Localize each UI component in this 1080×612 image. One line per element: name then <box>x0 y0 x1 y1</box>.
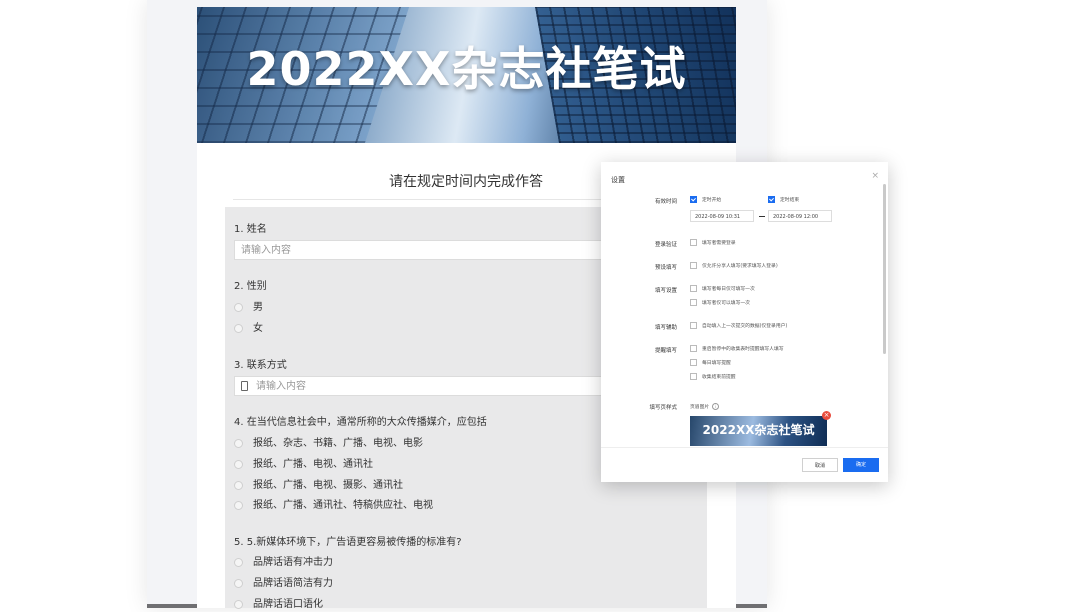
preset-label: 预设填写 <box>654 265 677 271</box>
date-range-separator <box>759 216 765 217</box>
settings-dialog: 设置 × 有效时间 定时开始 定时结束 2022-08-09 10:31 202… <box>601 162 888 482</box>
header-image-thumbnail[interactable]: 2022XX杂志社笔试 <box>690 416 827 446</box>
radio-icon[interactable] <box>234 438 243 448</box>
delete-image-icon[interactable]: × <box>822 411 831 420</box>
radio-option[interactable]: 品牌话语有冲击力 <box>234 556 333 570</box>
start-datetime-input[interactable]: 2022-08-09 10:31 <box>690 210 754 222</box>
banner-title: 2022XX杂志社笔试 <box>246 42 687 96</box>
fill-once-checkbox[interactable]: 填写者仅可以填写一次 <box>690 299 750 306</box>
close-icon[interactable]: × <box>871 171 879 181</box>
reminder-restart-checkbox[interactable]: 重启暂停中的收集表时提醒填写人填写 <box>690 345 784 352</box>
question-title: 3. 联系方式 <box>234 360 287 371</box>
dialog-title: 设置 <box>611 176 625 184</box>
timed-end-checkbox[interactable]: 定时结束 <box>768 196 799 203</box>
radio-option[interactable]: 报纸、杂志、书籍、广播、电视、电影 <box>234 437 423 451</box>
radio-option[interactable]: 男 <box>234 301 263 315</box>
valid-time-label: 有效时间 <box>654 199 677 205</box>
radio-icon[interactable] <box>234 500 243 510</box>
confirm-button[interactable]: 确定 <box>843 458 879 472</box>
fill-daily-checkbox[interactable]: 填写者每日仅可填写一次 <box>690 285 755 292</box>
radio-icon[interactable] <box>234 599 243 609</box>
end-datetime-input[interactable]: 2022-08-09 12:00 <box>768 210 832 222</box>
radio-icon[interactable] <box>234 578 243 588</box>
radio-option[interactable]: 报纸、广播、通讯社、特稿供应社、电视 <box>234 499 433 513</box>
info-icon[interactable]: i <box>712 403 720 410</box>
cancel-button[interactable]: 取消 <box>802 458 838 472</box>
preset-checkbox[interactable]: 仅允许分享人填写(要求填写人登录) <box>690 262 778 269</box>
question-title: 2. 性别 <box>234 281 267 292</box>
radio-icon[interactable] <box>234 480 243 490</box>
checkbox-checked-icon[interactable] <box>690 196 697 203</box>
reminder-label: 提醒填写 <box>654 348 677 354</box>
reminder-end-checkbox[interactable]: 收集结束前提醒 <box>690 373 736 380</box>
login-label: 登录验证 <box>654 242 677 248</box>
phone-icon <box>241 381 248 391</box>
radio-option[interactable]: 报纸、广播、电视、摄影、通讯社 <box>234 479 403 493</box>
login-checkbox[interactable]: 填写者需要登录 <box>690 239 736 246</box>
radio-option[interactable]: 报纸、广播、电视、通讯社 <box>234 458 373 472</box>
checkbox-icon[interactable] <box>690 239 697 246</box>
radio-option[interactable]: 女 <box>234 322 263 336</box>
checkbox-icon[interactable] <box>690 299 697 306</box>
fill-settings-label: 填写设置 <box>654 288 677 294</box>
question-title: 1. 姓名 <box>234 224 267 235</box>
radio-icon[interactable] <box>234 323 243 333</box>
question-title: 4. 在当代信息社会中，通常所称的大众传播媒介，应包括 <box>234 417 487 428</box>
checkbox-icon[interactable] <box>690 373 697 380</box>
radio-icon[interactable] <box>234 459 243 469</box>
radio-icon[interactable] <box>234 557 243 567</box>
thumbnail-title: 2022XX杂志社笔试 <box>702 423 815 437</box>
checkbox-icon[interactable] <box>690 285 697 292</box>
timed-start-checkbox[interactable]: 定时开始 <box>690 196 721 203</box>
reminder-daily-checkbox[interactable]: 每日填写提醒 <box>690 359 731 366</box>
page-style-label: 填写页样式 <box>649 405 677 411</box>
radio-icon[interactable] <box>234 302 243 312</box>
checkbox-icon[interactable] <box>690 345 697 352</box>
radio-option[interactable]: 品牌话语口语化 <box>234 598 323 612</box>
checkbox-checked-icon[interactable] <box>768 196 775 203</box>
dialog-footer-divider <box>601 447 888 448</box>
radio-option[interactable]: 品牌话语简洁有力 <box>234 577 333 591</box>
banner-image: 2022XX杂志社笔试 <box>197 7 736 143</box>
autofill-checkbox[interactable]: 自动填入上一次提交的数据(仅登录用户) <box>690 322 787 329</box>
checkbox-icon[interactable] <box>690 359 697 366</box>
header-image-label: 页眉图片 i <box>690 403 720 410</box>
checkbox-icon[interactable] <box>690 322 697 329</box>
checkbox-icon[interactable] <box>690 262 697 269</box>
fill-assist-label: 填写辅助 <box>654 325 677 331</box>
question-title: 5. 5.新媒体环境下，广告语更容易被传播的标准有? <box>234 537 462 548</box>
scrollbar[interactable] <box>883 184 886 354</box>
